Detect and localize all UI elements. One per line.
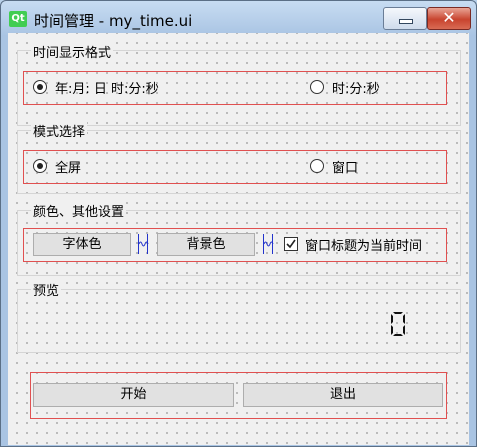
mode-layout: 全屏 窗口	[23, 150, 447, 184]
mode-label-fullscreen: 全屏	[55, 161, 82, 176]
start-button[interactable]: 开始	[33, 383, 234, 407]
preview-group-title: 预览	[31, 280, 62, 299]
format-group-title: 时间显示格式	[31, 42, 114, 61]
lcd-value: 0	[390, 311, 391, 312]
format-label-full: 年:月: 日 时:分:秒	[55, 82, 159, 97]
horizontal-spacer-2	[263, 234, 274, 254]
mode-label-window: 窗口	[332, 161, 359, 176]
mode-radio-window[interactable]	[310, 159, 324, 173]
format-radio-full[interactable]	[33, 80, 47, 94]
title-time-checkbox[interactable]	[284, 237, 298, 251]
close-button[interactable]: ✕	[427, 7, 471, 30]
format-layout: 年:月: 日 时:分:秒 时:分:秒	[23, 71, 447, 105]
title-bar[interactable]: Qt 时间管理 - my_time.ui ✕	[1, 1, 476, 33]
exit-button[interactable]: 退出	[243, 383, 443, 407]
mode-radio-fullscreen[interactable]	[33, 159, 47, 173]
main-window: Qt 时间管理 - my_time.ui ✕ 时间显示格式 年:月: 日 时:分…	[0, 0, 477, 447]
format-label-time: 时:分:秒	[332, 82, 380, 97]
qt-app-icon: Qt	[9, 11, 27, 27]
color-group-title: 颜色、其他设置	[31, 201, 127, 220]
format-radio-time[interactable]	[310, 80, 324, 94]
font-color-button[interactable]: 字体色	[33, 233, 131, 256]
color-layout: 字体色 背景色 窗口标题为当前时间	[23, 228, 447, 262]
title-time-checkbox-label: 窗口标题为当前时间	[305, 239, 423, 254]
client-area: 时间显示格式 年:月: 日 时:分:秒 时:分:秒 模式选择 全屏 窗口 颜色、…	[8, 33, 469, 445]
actions-layout: 开始 退出	[30, 372, 447, 419]
minimize-icon	[399, 19, 413, 24]
checkmark-icon	[286, 239, 296, 249]
horizontal-spacer-1	[138, 234, 149, 254]
window-title: 时间管理 - my_time.ui	[34, 12, 193, 30]
close-icon: ✕	[442, 8, 456, 27]
bg-color-button[interactable]: 背景色	[157, 233, 255, 256]
lcd-number-display: 0	[390, 311, 406, 341]
mode-group-title: 模式选择	[31, 121, 88, 140]
minimize-button[interactable]	[383, 7, 427, 30]
